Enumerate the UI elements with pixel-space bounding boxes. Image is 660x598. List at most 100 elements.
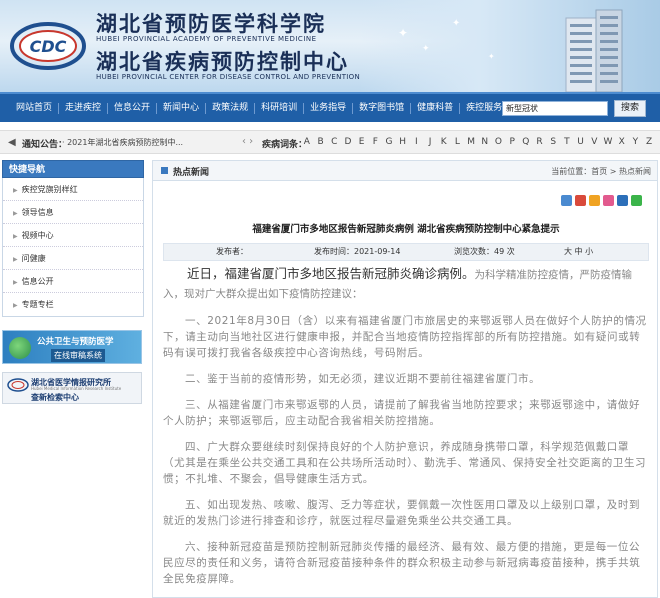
notice-label: 通知公告：	[22, 140, 68, 150]
share-plus-icon[interactable]	[561, 195, 572, 206]
globe-icon	[9, 337, 31, 359]
nav-item[interactable]: 数字图书馆	[353, 102, 412, 114]
triangle-bullet-icon: ▶	[13, 187, 18, 194]
letter-index-link[interactable]: Y	[629, 137, 643, 147]
publish-time: 发布时间：2021-09-14	[314, 247, 401, 256]
letter-index-link[interactable]: V	[587, 137, 601, 147]
nav-item[interactable]: 走进疾控	[59, 102, 109, 114]
letter-index-link[interactable]: O	[492, 137, 506, 147]
nav-item[interactable]: 新闻中心	[157, 102, 207, 114]
section-title: 热点新闻	[173, 168, 210, 178]
notice-scroll-arrows-icon[interactable]: ‹ ›	[242, 136, 253, 147]
publisher-label: 发布者：	[216, 247, 248, 256]
breadcrumb[interactable]: 当前位置：首页 > 热点新闻	[551, 166, 651, 177]
dove-icon: ✦	[452, 18, 461, 29]
letter-index-link[interactable]: I	[410, 137, 424, 147]
letter-index-link[interactable]: C	[327, 137, 341, 147]
sidebar-item-label: 疾控党旗别样红	[21, 185, 78, 194]
share-weibo-icon[interactable]	[575, 195, 586, 206]
letter-index-link[interactable]: K	[437, 137, 451, 147]
view-count: 浏览次数：49 次	[454, 247, 515, 256]
sidebar-item[interactable]: ▶ 专题专栏	[3, 293, 143, 316]
letter-index-link[interactable]: A	[300, 137, 314, 147]
article-body: 近日，福建省厦门市多地区报告新冠肺炎确诊病例。为科学精准防控疫情，严防疫情输入，…	[163, 265, 649, 587]
sidebar-item-label: 视频中心	[21, 231, 54, 240]
share-qzone-icon[interactable]	[589, 195, 600, 206]
letter-index-link[interactable]: P	[505, 137, 519, 147]
logo-text: CDC	[30, 37, 67, 56]
letter-index-link[interactable]: J	[423, 137, 437, 147]
letter-index-link[interactable]: E	[355, 137, 369, 147]
site-title-en-2: HUBEI PROVINCIAL CENTER FOR DISEASE CONT…	[96, 73, 360, 81]
letter-index-link[interactable]: W	[601, 137, 615, 147]
dove-icon: ✦	[398, 26, 409, 40]
share-renren-icon[interactable]	[617, 195, 628, 206]
article-paragraph: 一、2021年8月30日（含）以来有福建省厦门市旅居史的来鄂返鄂人员在做好个人防…	[163, 315, 647, 359]
dove-icon: ✦	[422, 44, 430, 54]
cdc-logo[interactable]: CDC	[8, 8, 88, 76]
speaker-icon: ◀	[8, 137, 16, 148]
letter-index-link[interactable]: Q	[519, 137, 533, 147]
letter-index-link[interactable]: G	[382, 137, 396, 147]
article-paragraphs: 一、2021年8月30日（含）以来有福建省厦门市旅居史的来鄂返鄂人员在做好个人防…	[163, 313, 649, 587]
letter-index-link[interactable]: R	[533, 137, 547, 147]
letter-index-link[interactable]: T	[560, 137, 574, 147]
letter-index-link[interactable]: N	[478, 137, 492, 147]
search-center-banner[interactable]: 湖北省医学情报研究所 Hubei Medical Information Res…	[2, 372, 142, 404]
nav-item[interactable]: 信息公开	[108, 102, 158, 114]
sidebar-item-label: 专题专栏	[21, 300, 54, 309]
share-tencent-icon[interactable]	[603, 195, 614, 206]
share-wechat-icon[interactable]	[631, 195, 642, 206]
article-paragraph: 六、接种新冠疫苗是预防控制新冠肺炎传播的最经济、最有效、最方便的措施，更是每一位…	[163, 541, 641, 585]
letter-index-link[interactable]: H	[396, 137, 410, 147]
site-title-cn-2: 湖北省疾病预防控制中心	[96, 50, 349, 74]
banner-line-2: 在线审稿系统	[51, 349, 105, 362]
dove-icon: ✦	[488, 52, 495, 61]
nav-item[interactable]: 健康科普	[411, 102, 461, 114]
letter-index-link[interactable]: B	[314, 137, 328, 147]
article-paragraph: 三、从福建省厦门市来鄂返鄂的人员，请提前了解我省当地防控要求；来鄂返鄂途中，请做…	[163, 399, 641, 427]
article-meta: 发布者： 发布时间：2021-09-14 浏览次数：49 次 大 中 小	[163, 243, 649, 261]
sidebar-item[interactable]: ▶ 视频中心	[3, 224, 143, 247]
letter-index-link[interactable]: X	[615, 137, 629, 147]
sidebar-item-label: 领导信息	[21, 208, 54, 217]
site-title-cn-1: 湖北省预防医学科学院	[96, 12, 326, 36]
banner-line-2: 查新检索中心	[31, 393, 79, 402]
sidebar-item[interactable]: ▶ 领导信息	[3, 201, 143, 224]
building-illustration	[565, 9, 623, 92]
nav-item[interactable]: 业务指导	[304, 102, 354, 114]
sidebar-item[interactable]: ▶ 问健康	[3, 247, 143, 270]
nav-list: 网站首页 走进疾控 信息公开 新闻中心 政策法规 科研培训 业务指导 数字图书馆 健康科普 疾控服…	[10, 94, 550, 122]
nav-item[interactable]: 政策法规	[206, 102, 256, 114]
nav-item[interactable]: 网站首页	[10, 102, 60, 114]
triangle-bullet-icon: ▶	[13, 302, 18, 309]
triangle-bullet-icon: ▶	[13, 210, 18, 217]
font-size-switch[interactable]: 大 中 小	[564, 244, 593, 260]
sidebar-item-label: 问健康	[21, 254, 46, 263]
letter-index-link[interactable]: S	[546, 137, 560, 147]
review-system-banner[interactable]: 公共卫生与预防医学 在线审稿系统	[2, 330, 142, 364]
letter-index-link[interactable]: Z	[642, 137, 656, 147]
letter-index-link[interactable]: L	[451, 137, 465, 147]
search-button[interactable]: 搜索	[614, 100, 646, 117]
triangle-bullet-icon: ▶	[13, 233, 18, 240]
letter-index-link[interactable]: F	[368, 137, 382, 147]
nav-item[interactable]: 科研培训	[255, 102, 305, 114]
article-title: 福建省厦门市多地区报告新冠肺炎病例 湖北省疾病预防控制中心紧急提示	[252, 224, 560, 235]
share-icons	[561, 195, 642, 206]
article-paragraph: 五、如出现发热、咳嗽、腹泻、乏力等症状，要佩戴一次性医用口罩及以上级别口罩，及时…	[163, 499, 641, 527]
sidebar-item[interactable]: ▶ 信息公开	[3, 270, 143, 293]
letter-index-link[interactable]: D	[341, 137, 355, 147]
main-content: 热点新闻 当前位置：首页 > 热点新闻 福建省厦门市多地区报告新冠肺炎病例 湖北…	[152, 160, 658, 598]
header-banner: CDC 湖北省预防医学科学院 HUBEI PROVINCIAL ACADEMY …	[0, 0, 660, 92]
disease-letter-index: ABCDEFGHIJKLMNOPQRSTUVWXYZ	[300, 137, 656, 147]
search-input[interactable]: 新型冠状	[502, 101, 608, 116]
section-header: 热点新闻 当前位置：首页 > 热点新闻	[153, 161, 657, 181]
triangle-bullet-icon: ▶	[13, 279, 18, 286]
letter-index-link[interactable]: U	[574, 137, 588, 147]
article-paragraph: 四、广大群众要继续时刻保持良好的个人防护意识，养成随身携带口罩，科学规范佩戴口罩…	[163, 441, 647, 485]
site-title-en-1: HUBEI PROVINCIAL ACADEMY OF PREVENTIVE M…	[96, 35, 317, 43]
sidebar-item[interactable]: ▶ 疾控党旗别样红	[3, 178, 143, 201]
letter-index-link[interactable]: M	[464, 137, 478, 147]
notice-link[interactable]: · 2021年湖北省疾病预防控制中...	[62, 137, 242, 148]
